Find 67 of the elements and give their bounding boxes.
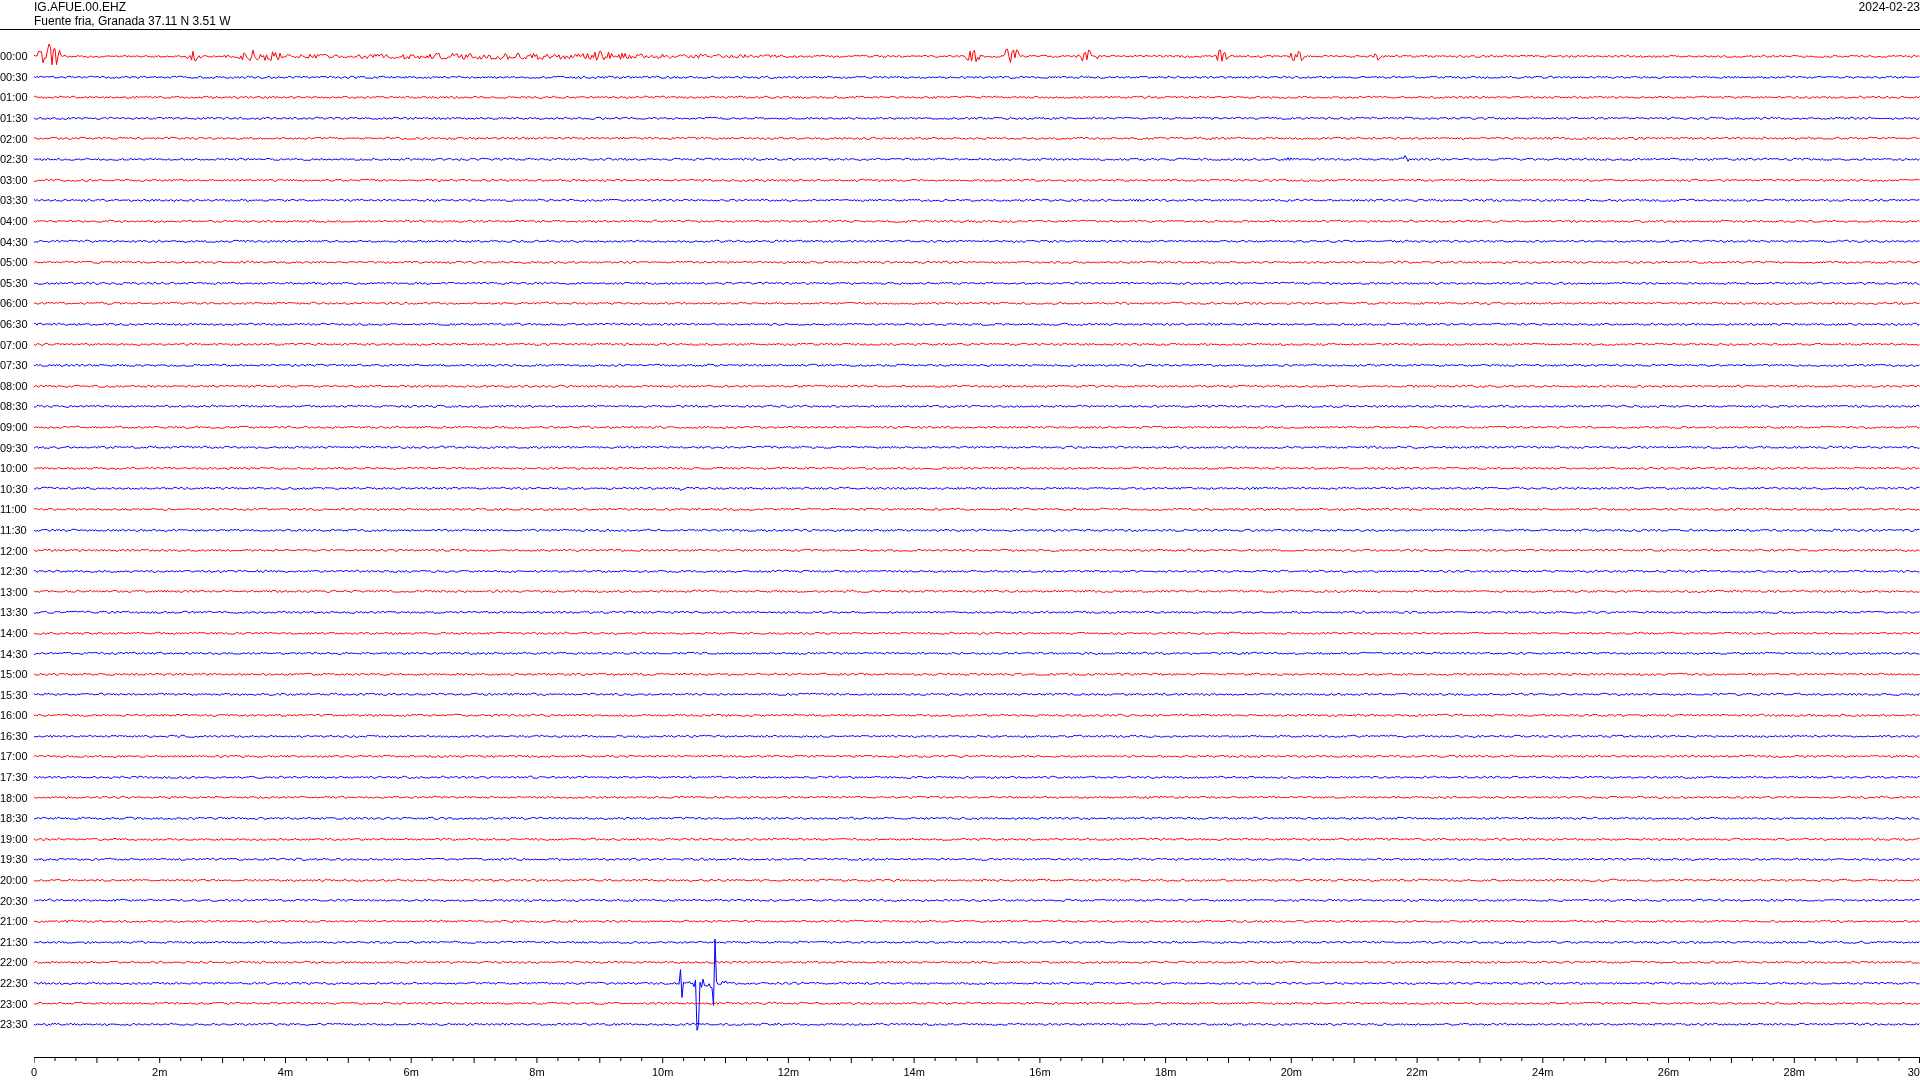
time-label: 10:00 bbox=[0, 462, 29, 475]
time-label: 22:30 bbox=[0, 977, 29, 989]
axis-label: 2m bbox=[152, 1065, 168, 1078]
time-label: 13:00 bbox=[0, 585, 29, 598]
time-label: 19:00 bbox=[0, 832, 29, 845]
time-label: 05:30 bbox=[0, 276, 29, 289]
time-label: 01:30 bbox=[0, 112, 29, 125]
axis-label: 12m bbox=[777, 1065, 800, 1078]
axis-label: 16m bbox=[1029, 1065, 1051, 1078]
axis-label: 8m bbox=[529, 1065, 545, 1078]
axis-label: 20m bbox=[1280, 1065, 1303, 1078]
axis-label: 4m bbox=[277, 1065, 294, 1078]
time-label: 07:30 bbox=[0, 359, 29, 372]
time-label: 18:30 bbox=[0, 812, 29, 825]
time-label: 16:30 bbox=[0, 729, 29, 742]
time-label: 04:00 bbox=[0, 215, 29, 228]
time-label: 01:00 bbox=[0, 91, 29, 104]
time-label: 17:30 bbox=[0, 771, 29, 784]
axis-label: 14m bbox=[903, 1065, 925, 1078]
station-location: Fuente fria, Granada 37.11 N 3.51 W bbox=[34, 14, 231, 28]
time-label: 02:30 bbox=[0, 153, 29, 166]
time-label: 15:30 bbox=[0, 688, 29, 701]
time-label: 21:00 bbox=[0, 915, 29, 928]
time-label: 00:00 bbox=[0, 50, 29, 63]
time-label: 06:30 bbox=[0, 318, 29, 330]
time-label: 00:30 bbox=[0, 70, 29, 83]
axis-label: 18m bbox=[1154, 1065, 1177, 1078]
time-label: 11:00 bbox=[0, 503, 28, 516]
time-label: 07:00 bbox=[0, 338, 29, 351]
time-label: 10:30 bbox=[0, 482, 29, 495]
time-label: 19:30 bbox=[0, 853, 29, 866]
time-label: 06:00 bbox=[0, 297, 29, 310]
axis-label: 22m bbox=[1406, 1065, 1428, 1078]
time-label: 17:00 bbox=[0, 750, 29, 763]
axis-label: 26m bbox=[1657, 1065, 1680, 1078]
time-label: 12:30 bbox=[0, 565, 29, 578]
axis-label: 10m bbox=[651, 1065, 674, 1078]
time-label: 05:00 bbox=[0, 256, 29, 269]
time-label: 11:30 bbox=[0, 523, 28, 536]
time-label: 13:30 bbox=[0, 606, 29, 619]
time-label: 09:30 bbox=[0, 441, 29, 454]
time-label: 02:00 bbox=[0, 132, 29, 145]
time-label: 08:00 bbox=[0, 379, 29, 392]
time-label: 22:00 bbox=[0, 956, 29, 969]
time-label: 20:30 bbox=[0, 894, 29, 907]
time-label: 15:00 bbox=[0, 668, 29, 681]
time-label: 04:30 bbox=[0, 235, 29, 248]
axis-label: 30 bbox=[1907, 1065, 1920, 1078]
axis-label: 6m bbox=[403, 1065, 419, 1078]
time-label: 03:30 bbox=[0, 194, 29, 207]
time-label: 09:00 bbox=[0, 421, 29, 433]
time-label: 14:30 bbox=[0, 647, 29, 660]
axis-label: 24m bbox=[1532, 1065, 1554, 1078]
time-label: 08:30 bbox=[0, 400, 29, 413]
date-label: 2024-02-23 bbox=[1858, 0, 1920, 16]
time-label: 23:30 bbox=[0, 1018, 29, 1031]
time-label: 20:00 bbox=[0, 874, 29, 887]
time-label: 12:00 bbox=[0, 544, 29, 557]
time-label: 16:00 bbox=[0, 709, 29, 722]
time-label: 18:00 bbox=[0, 791, 29, 804]
time-label: 21:30 bbox=[0, 935, 29, 948]
station-code: IG.AFUE.00.EHZ bbox=[34, 0, 128, 14]
axis-label: 0 bbox=[30, 1065, 38, 1078]
axis-label: 28m bbox=[1783, 1065, 1805, 1078]
time-label: 03:00 bbox=[0, 173, 29, 186]
time-label: 23:00 bbox=[0, 997, 29, 1010]
time-label: 14:00 bbox=[0, 626, 29, 639]
